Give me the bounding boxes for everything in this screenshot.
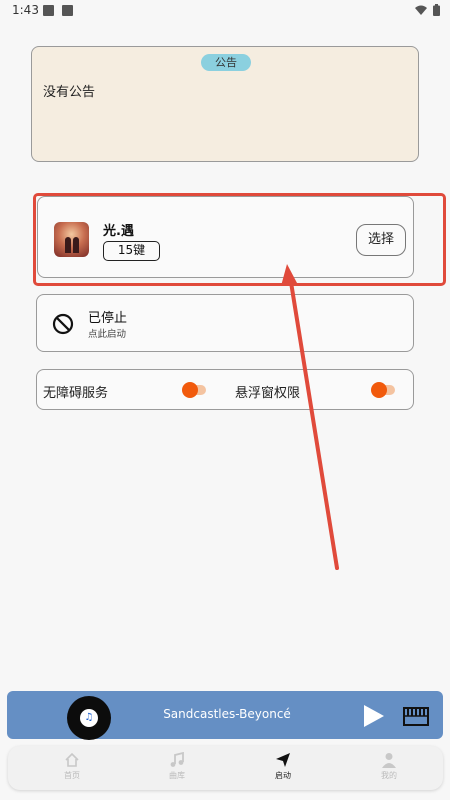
status-time: 1:43 <box>12 3 39 17</box>
accessibility-service-label: 无障碍服务 <box>43 386 109 401</box>
permissions-card: 无障碍服务 悬浮窗权限 <box>36 369 414 410</box>
album-disc[interactable]: ♫ <box>67 696 111 740</box>
send-icon <box>276 753 290 767</box>
notification-icon <box>62 5 73 16</box>
battery-icon <box>433 4 440 16</box>
announcement-card: 公告 没有公告 <box>31 46 419 162</box>
service-status-card[interactable]: 已停止 点此启动 <box>36 294 414 352</box>
music-note-icon: ♫ <box>80 709 98 727</box>
status-indicators <box>415 4 440 16</box>
overlay-permission-label: 悬浮窗权限 <box>235 386 301 401</box>
wifi-icon <box>415 5 427 15</box>
tab-label: 曲库 <box>169 771 185 780</box>
home-icon <box>65 752 79 767</box>
bottom-tab-bar: 首页 曲库 启动 我的 <box>8 746 443 790</box>
annotation-highlight-box <box>33 193 446 286</box>
announcement-tag: 公告 <box>201 54 251 71</box>
stop-icon <box>52 313 74 335</box>
person-icon <box>382 753 396 768</box>
tab-profile[interactable]: 我的 <box>359 752 419 788</box>
tab-launch[interactable]: 启动 <box>253 752 313 788</box>
service-status-title: 已停止 <box>88 311 128 326</box>
tab-home[interactable]: 首页 <box>42 752 102 788</box>
overlay-permission-toggle[interactable] <box>371 382 397 398</box>
now-playing-title: Sandcastles-Beyoncé <box>163 707 291 721</box>
status-bar: 1:43 <box>0 0 450 22</box>
tab-library[interactable]: 曲库 <box>147 752 207 788</box>
notification-icon <box>43 5 54 16</box>
mini-player[interactable]: ♫ Sandcastles-Beyoncé <box>7 691 443 740</box>
tab-label: 启动 <box>275 771 291 780</box>
announcement-text: 没有公告 <box>43 85 96 100</box>
play-icon[interactable] <box>363 705 385 727</box>
music-note-icon <box>170 752 184 767</box>
accessibility-service-toggle[interactable] <box>182 382 208 398</box>
tab-label: 我的 <box>381 771 397 780</box>
service-status-subtitle: 点此启动 <box>88 329 127 340</box>
piano-keyboard-icon[interactable] <box>403 705 429 727</box>
tab-label: 首页 <box>64 771 80 780</box>
